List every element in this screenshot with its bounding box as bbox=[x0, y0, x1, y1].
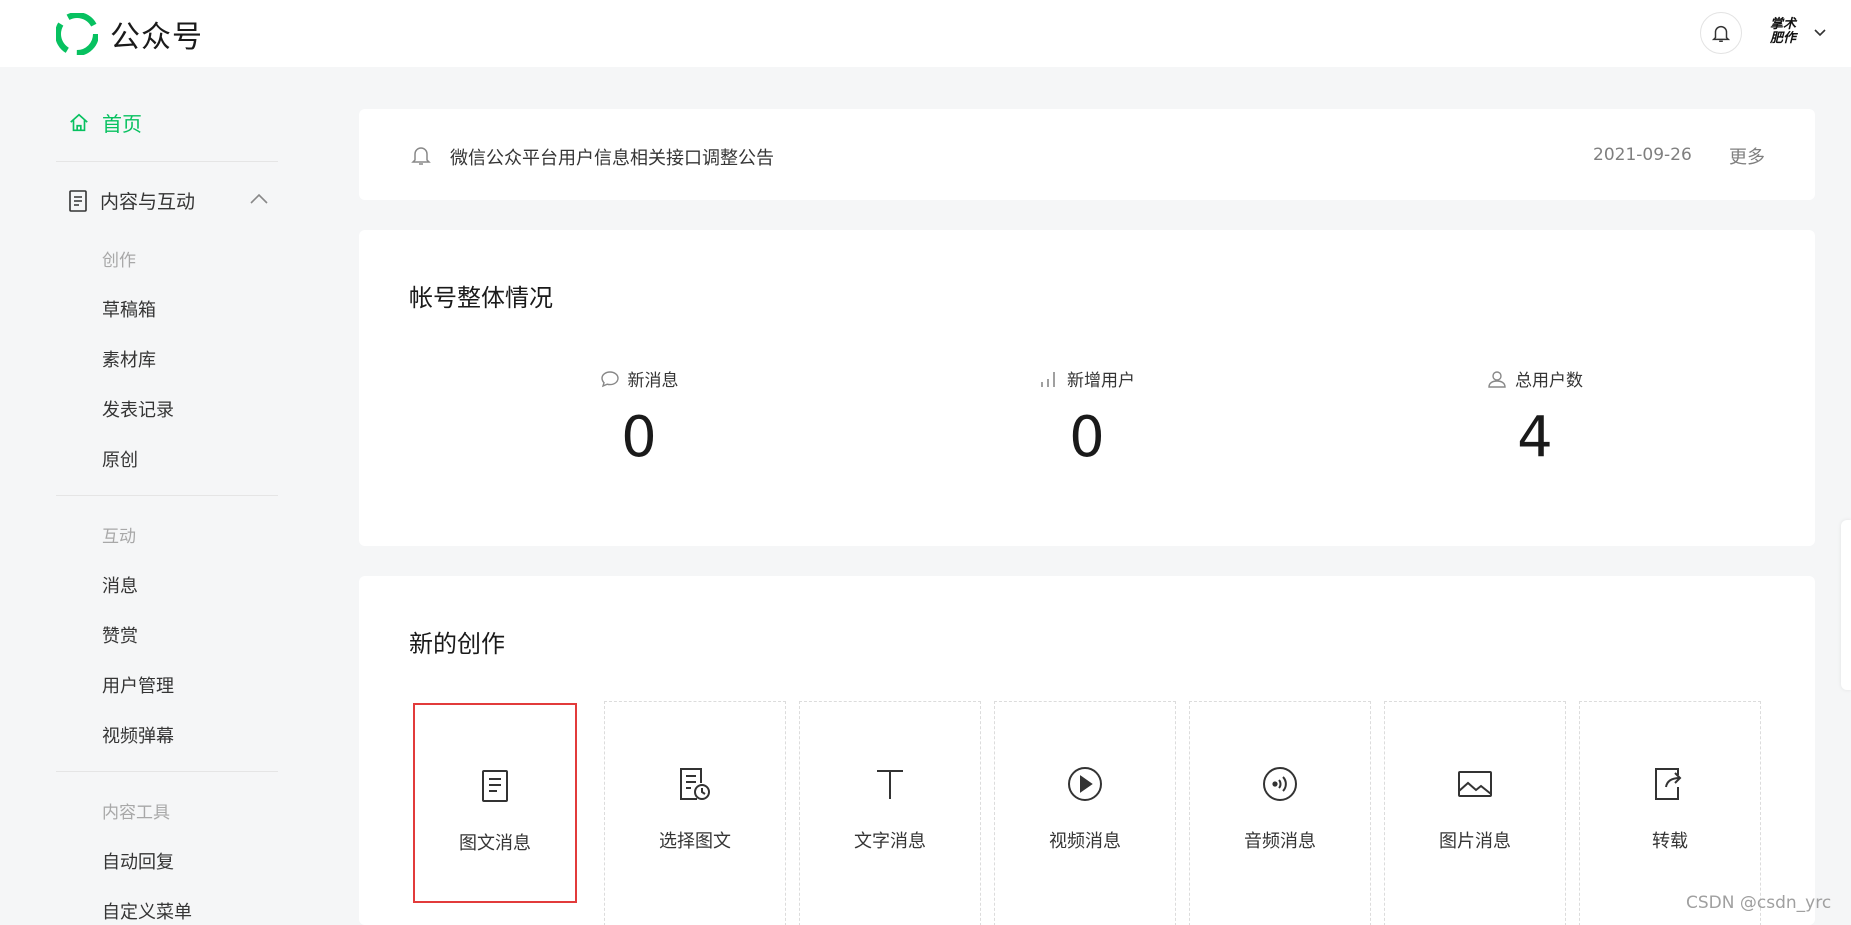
bar-chart-icon bbox=[1041, 371, 1055, 387]
notification-button[interactable] bbox=[1700, 12, 1742, 54]
document-icon bbox=[69, 189, 87, 212]
creation-tiles: 图文消息 选择图文 文字消息 视频消息 音频消息 图片消息 转载 bbox=[409, 701, 1761, 925]
sidebar-item-home[interactable]: 首页 bbox=[68, 108, 142, 137]
notice-card: 微信公众平台用户信息相关接口调整公告 2021-09-26 更多 bbox=[359, 109, 1815, 200]
sidebar-item-video-danmaku[interactable]: 视频弹幕 bbox=[102, 722, 174, 748]
create-title: 新的创作 bbox=[409, 630, 505, 658]
sidebar-item-label: 首页 bbox=[102, 112, 142, 136]
stat-label: 总用户数 bbox=[1515, 371, 1583, 391]
divider bbox=[56, 161, 278, 162]
sidebar-item-drafts[interactable]: 草稿箱 bbox=[102, 296, 156, 322]
stat-label: 新增用户 bbox=[1067, 371, 1135, 391]
tile-label: 选择图文 bbox=[659, 831, 731, 852]
sidebar-section-title: 互动 bbox=[102, 527, 136, 547]
account-overview-card: 帐号整体情况 新消息 0 新增用户 0 总用户数 4 bbox=[359, 230, 1815, 546]
tile-audio-message[interactable]: 音频消息 bbox=[1189, 701, 1371, 925]
sidebar-section-title: 创作 bbox=[102, 251, 136, 271]
stat-label: 新消息 bbox=[627, 371, 679, 391]
document-icon bbox=[482, 770, 508, 802]
watermark: CSDN @csdn_yrc bbox=[1686, 893, 1832, 913]
bell-icon bbox=[1711, 25, 1731, 42]
tile-label: 图文消息 bbox=[459, 833, 531, 854]
sidebar-item-rewards[interactable]: 赞赏 bbox=[102, 622, 138, 648]
document-clock-icon bbox=[680, 768, 710, 800]
sidebar-item-user-management[interactable]: 用户管理 bbox=[102, 672, 174, 698]
tile-label: 转载 bbox=[1652, 831, 1688, 852]
sidebar-item-original[interactable]: 原创 bbox=[102, 446, 138, 472]
audio-circle-icon bbox=[1263, 767, 1297, 801]
new-creation-card: 新的创作 图文消息 选择图文 文字消息 视频消息 音频消息 图片消息 转载 bbox=[359, 576, 1815, 925]
tile-video-message[interactable]: 视频消息 bbox=[994, 701, 1176, 925]
bell-icon bbox=[411, 147, 431, 165]
top-bar: 公众号 掌术肥作 bbox=[0, 0, 1851, 67]
avatar[interactable]: 掌术肥作 bbox=[1770, 18, 1804, 48]
sidebar-item-messages[interactable]: 消息 bbox=[102, 572, 138, 598]
tile-label: 图片消息 bbox=[1439, 831, 1511, 852]
chevron-down-icon[interactable] bbox=[1810, 22, 1830, 42]
logo-icon bbox=[56, 13, 98, 55]
play-circle-icon bbox=[1068, 767, 1102, 801]
tile-image-message[interactable]: 图片消息 bbox=[1384, 701, 1566, 925]
logo[interactable]: 公众号 bbox=[56, 12, 203, 56]
divider bbox=[56, 771, 278, 772]
notice-date: 2021-09-26 bbox=[1593, 145, 1692, 165]
tile-label: 文字消息 bbox=[854, 831, 926, 852]
stat-value: 4 bbox=[1517, 405, 1553, 470]
sidebar-item-custom-menu[interactable]: 自定义菜单 bbox=[102, 898, 192, 924]
text-icon bbox=[877, 770, 903, 799]
tile-label: 视频消息 bbox=[1049, 831, 1121, 852]
stat-value: 0 bbox=[621, 405, 657, 470]
overview-title: 帐号整体情况 bbox=[409, 284, 553, 312]
notice-link[interactable]: 微信公众平台用户信息相关接口调整公告 bbox=[450, 144, 774, 170]
sidebar-item-materials[interactable]: 素材库 bbox=[102, 346, 156, 372]
more-link[interactable]: 更多 bbox=[1729, 143, 1765, 169]
sidebar-section-title: 内容工具 bbox=[102, 803, 170, 823]
stat-total-users[interactable]: 总用户数 4 bbox=[1405, 366, 1665, 470]
divider bbox=[56, 495, 278, 496]
tile-text-message[interactable]: 文字消息 bbox=[799, 701, 981, 925]
chat-bubble-icon bbox=[600, 370, 619, 387]
user-icon bbox=[1488, 370, 1506, 388]
home-icon bbox=[70, 113, 88, 131]
sidebar-group-label: 内容与互动 bbox=[100, 191, 196, 213]
stat-value: 0 bbox=[1069, 405, 1105, 470]
tile-select-article[interactable]: 选择图文 bbox=[604, 701, 786, 925]
app-name: 公众号 bbox=[110, 20, 203, 55]
chevron-up-icon[interactable] bbox=[248, 191, 270, 207]
tile-repost[interactable]: 转载 bbox=[1579, 701, 1761, 925]
sidebar-item-publish-records[interactable]: 发表记录 bbox=[102, 396, 174, 422]
stat-new-users[interactable]: 新增用户 0 bbox=[957, 366, 1217, 470]
stat-new-messages[interactable]: 新消息 0 bbox=[509, 366, 769, 470]
sidebar-group-content-interaction[interactable]: 内容与互动 bbox=[68, 187, 278, 214]
share-icon bbox=[1655, 768, 1682, 800]
sidebar-item-auto-reply[interactable]: 自动回复 bbox=[102, 848, 174, 874]
tile-article-message[interactable]: 图文消息 bbox=[413, 703, 577, 903]
side-tab[interactable] bbox=[1841, 520, 1851, 690]
tile-label: 音频消息 bbox=[1244, 831, 1316, 852]
image-icon bbox=[1458, 771, 1492, 797]
